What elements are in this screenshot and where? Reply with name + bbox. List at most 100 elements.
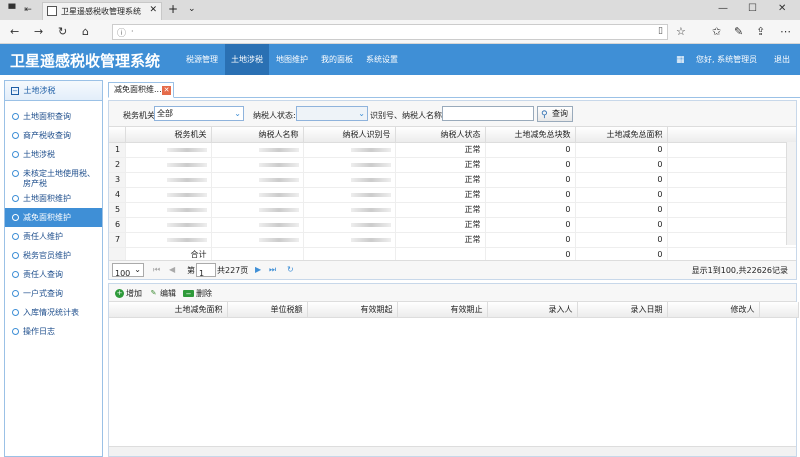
page-favicon-icon — [47, 6, 57, 16]
id-name-input[interactable] — [442, 106, 534, 121]
page-size-select[interactable]: 100 ⌄ — [112, 263, 144, 278]
header-valid-from[interactable]: 有效期起 — [307, 302, 398, 318]
header-unit-tax[interactable]: 单位税额 — [227, 302, 308, 318]
header-reduction-area[interactable]: 土地减免总面积 — [575, 127, 668, 143]
sidebar-item[interactable]: 一户式查询 — [5, 284, 102, 303]
collapse-icon[interactable]: − — [11, 87, 19, 95]
header-tax-office[interactable]: 税务机关 — [125, 127, 212, 143]
browser-tab[interactable]: 卫星遥感税收管理系统 ✕ — [42, 2, 162, 20]
table-row[interactable]: 4 正常 0 0 — [109, 187, 796, 203]
tab-list-chevron-icon[interactable]: ⌄ — [188, 4, 196, 14]
nav-map-maintenance[interactable]: 地图维护 — [270, 44, 314, 75]
favorites-list-icon[interactable]: ✩ — [712, 25, 721, 38]
page-input[interactable]: 1 — [196, 263, 216, 278]
table-row[interactable]: 2 正常 0 0 — [109, 157, 796, 173]
prev-page-icon[interactable]: ◀ — [169, 265, 175, 274]
redacted-text — [258, 207, 299, 212]
back-icon[interactable]: ← — [10, 25, 19, 38]
status-select[interactable]: ⌄ — [296, 106, 368, 121]
sidebar-item[interactable]: 减免面积维护 — [5, 208, 102, 227]
address-bar[interactable]: ⓘ · ▯ — [112, 24, 668, 40]
org-label: 税务机关 — [123, 111, 155, 120]
org-select[interactable]: 全部 ⌄ — [154, 106, 244, 121]
delete-button[interactable]: − 删除 — [183, 288, 212, 299]
redacted-text — [258, 162, 299, 167]
table-row[interactable]: 3 正常 0 0 — [109, 172, 796, 188]
apps-grid-icon[interactable]: ▦ — [676, 55, 685, 65]
detail-grid: 土地减免面积 单位税额 有效期起 有效期止 录入人 录入日期 修改人 — [109, 302, 799, 318]
header-taxpayer-name[interactable]: 纳税人名称 — [211, 127, 304, 143]
grid-vertical-scrollbar[interactable] — [786, 142, 796, 245]
edit-button-label: 编辑 — [160, 289, 176, 298]
sidebar-item[interactable]: 未核定土地使用税、房产税 — [5, 164, 102, 189]
last-page-icon[interactable]: ⏭ — [269, 265, 276, 275]
sidebar-header[interactable]: − 土地涉税 — [5, 81, 102, 101]
row-number: 6 — [109, 217, 126, 233]
nav-tax-source[interactable]: 税源管理 — [180, 44, 224, 75]
site-info-icon[interactable]: ⓘ — [117, 26, 126, 39]
header-entry-date[interactable]: 录入日期 — [577, 302, 668, 318]
header-reduction-area-detail[interactable]: 土地减免面积 — [109, 302, 228, 318]
first-page-icon[interactable]: ⏮ — [153, 265, 160, 275]
cell-tax-office — [125, 172, 212, 188]
home-icon[interactable]: ⌂ — [82, 25, 89, 38]
bullet-icon — [12, 170, 19, 177]
header-modified-by[interactable]: 修改人 — [667, 302, 760, 318]
table-row[interactable]: 5 正常 0 0 — [109, 202, 796, 218]
sidebar-item[interactable]: 责任人查询 — [5, 265, 102, 284]
notes-pen-icon[interactable]: ✎ — [734, 25, 743, 38]
new-tab-icon[interactable]: + — [168, 2, 178, 16]
table-row[interactable]: 1 正常 0 0 — [109, 142, 796, 158]
favorite-star-icon[interactable]: ☆ — [676, 25, 686, 38]
header-valid-to[interactable]: 有效期止 — [397, 302, 488, 318]
forward-icon[interactable]: → — [34, 25, 43, 38]
close-tab-icon[interactable]: ✕ — [162, 86, 171, 95]
user-greeting[interactable]: 您好, 系统管理员 — [696, 54, 757, 65]
close-window-icon[interactable]: ✕ — [778, 3, 786, 14]
cell-area: 0 — [575, 187, 668, 203]
reading-view-icon[interactable]: ▯ — [658, 26, 663, 36]
edit-button[interactable]: ✎ 编辑 — [149, 288, 176, 299]
query-button[interactable]: ⚲ 查询 — [537, 106, 573, 122]
redacted-text — [350, 222, 391, 227]
logout-link[interactable]: 退出 — [774, 54, 790, 65]
table-row[interactable]: 6 正常 0 0 — [109, 217, 796, 233]
sidebar-item-label: 未核定土地使用税、房产税 — [23, 169, 95, 188]
browser-nav-bar: ← → ↻ ⌂ ⓘ · ▯ ☆ ✩ ✎ ⇪ ⋯ — [0, 20, 800, 44]
nav-my-panel[interactable]: 我的面板 — [315, 44, 359, 75]
sidebar-item[interactable]: 操作日志 — [5, 322, 102, 341]
header-taxpayer-id[interactable]: 纳税人识别号 — [303, 127, 396, 143]
close-tab-icon[interactable]: ✕ — [149, 5, 157, 15]
tab-actions-icon[interactable]: ⇤ — [22, 4, 34, 16]
maximize-icon[interactable]: ☐ — [748, 3, 757, 14]
sidebar-item[interactable]: 责任人维护 — [5, 227, 102, 246]
nav-land-tax[interactable]: 土地涉税 — [225, 44, 269, 75]
next-page-icon[interactable]: ▶ — [255, 265, 261, 274]
cell-status: 正常 — [395, 157, 486, 173]
header-reduction-count[interactable]: 土地减免总块数 — [485, 127, 576, 143]
sidebar-item[interactable]: 土地面积维护 — [5, 189, 102, 208]
window-menu-icon[interactable]: ▀ — [6, 4, 18, 16]
tab-reduction-area[interactable]: 减免面积维... ✕ — [108, 82, 174, 98]
sidebar-item[interactable]: 税务官员维护 — [5, 246, 102, 265]
redacted-text — [258, 192, 299, 197]
header-entered-by[interactable]: 录入人 — [487, 302, 578, 318]
refresh-icon[interactable]: ↻ — [58, 25, 67, 38]
more-icon[interactable]: ⋯ — [780, 25, 791, 38]
nav-system-settings[interactable]: 系统设置 — [360, 44, 404, 75]
detail-panel: +增加 ✎编辑 −删除 土地减免面积 单位税额 有效期起 有效期止 录入人 — [108, 283, 799, 457]
page-input-value: 1 — [199, 269, 205, 278]
header-taxpayer-status[interactable]: 纳税人状态 — [395, 127, 486, 143]
sidebar-item[interactable]: 土地面积查询 — [5, 107, 102, 126]
minimize-icon[interactable]: — — [718, 3, 728, 14]
reload-icon[interactable]: ↻ — [287, 265, 294, 274]
sidebar-item[interactable]: 商产税收查询 — [5, 126, 102, 145]
sidebar-item[interactable]: 土地涉税 — [5, 145, 102, 164]
share-icon[interactable]: ⇪ — [756, 25, 765, 38]
detail-horizontal-scrollbar[interactable] — [109, 446, 796, 456]
add-button-label: 增加 — [126, 289, 142, 298]
sidebar-item[interactable]: 入库情况统计表 — [5, 303, 102, 322]
add-button[interactable]: + 增加 — [115, 288, 142, 299]
cell-tax-office — [125, 217, 212, 233]
table-row[interactable]: 7 正常 0 0 — [109, 232, 796, 248]
